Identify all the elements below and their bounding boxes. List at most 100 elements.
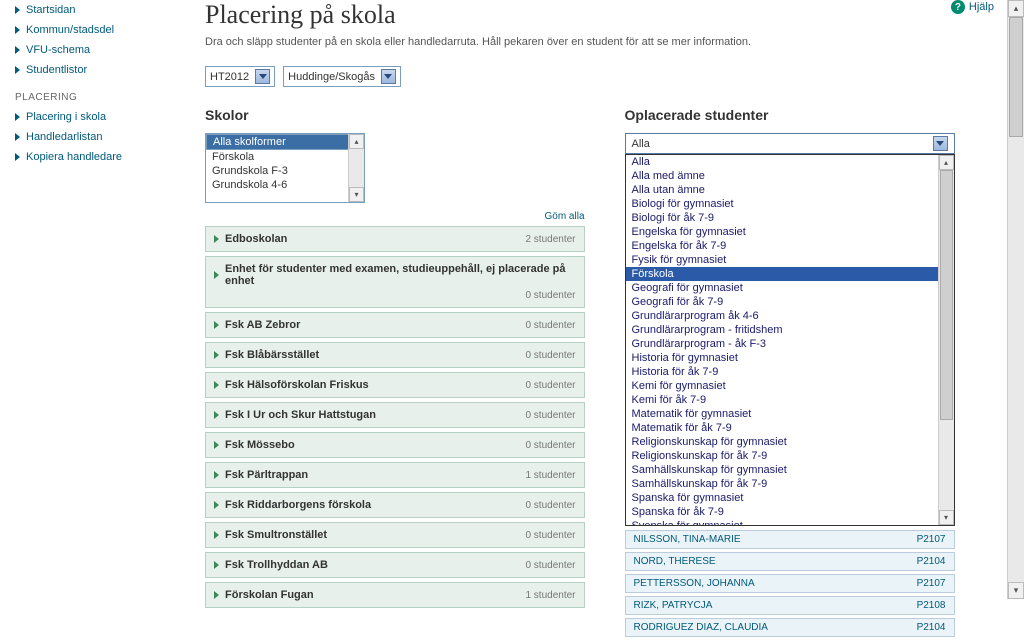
student-row[interactable]: NILSSON, TINA-MARIE P2107: [625, 530, 955, 549]
scroll-down-icon[interactable]: ▾: [1008, 582, 1024, 599]
unplaced-heading: Oplacerade studenter: [625, 107, 1005, 123]
student-code: P2107: [917, 534, 946, 545]
subject-select[interactable]: Alla: [625, 133, 955, 154]
scroll-down-icon[interactable]: ▾: [939, 510, 954, 525]
triangle-icon: [15, 153, 20, 161]
subject-dropdown[interactable]: AllaAlla med ämneAlla utan ämneBiologi f…: [625, 154, 955, 526]
dropdown-option[interactable]: Förskola: [626, 267, 954, 281]
help-link[interactable]: ? Hjälp: [951, 0, 994, 14]
dropdown-option[interactable]: Geografi för gymnasiet: [626, 281, 954, 295]
dropdown-option[interactable]: Geografi för åk 7-9: [626, 295, 954, 309]
listbox-option[interactable]: Grundskola 4-6: [206, 178, 364, 192]
student-name: NILSSON, TINA-MARIE: [634, 534, 741, 545]
sidebar-item[interactable]: Kommun/stadsdel: [15, 20, 175, 40]
expand-icon: [214, 411, 219, 419]
student-row[interactable]: PETTERSSON, JOHANNAP2107: [625, 574, 955, 593]
dropdown-option[interactable]: Alla med ämne: [626, 169, 954, 183]
school-row[interactable]: Enhet för studenter med examen, studieup…: [205, 256, 585, 308]
schoolform-listbox[interactable]: Alla skolformerFörskolaGrundskola F-3Gru…: [205, 133, 365, 203]
listbox-scrollbar[interactable]: ▴ ▾: [348, 134, 364, 202]
dropdown-option[interactable]: Svenska för gymnasiet: [626, 519, 954, 526]
student-code: P2104: [917, 622, 946, 633]
expand-icon: [214, 235, 219, 243]
expand-icon: [214, 561, 219, 569]
student-row[interactable]: RODRIGUEZ DIAZ, CLAUDIA P2104: [625, 618, 955, 637]
listbox-option[interactable]: Grundskola F-3: [206, 164, 364, 178]
student-code: P2108: [917, 600, 946, 611]
student-count: 2 studenter: [525, 234, 575, 245]
school-name: Edboskolan: [225, 233, 287, 245]
dropdown-option[interactable]: Grundlärarprogram - åk F-3: [626, 337, 954, 351]
sidebar-item[interactable]: VFU-schema: [15, 40, 175, 60]
dropdown-option[interactable]: Spanska för åk 7-9: [626, 505, 954, 519]
sidebar-item[interactable]: Kopiera handledare: [15, 147, 175, 167]
student-count: 0 studenter: [525, 440, 575, 451]
area-value: Huddinge/Skogås: [288, 71, 375, 83]
scroll-thumb[interactable]: [1009, 17, 1023, 137]
sidebar-item[interactable]: Studentlistor: [15, 60, 175, 80]
area-select[interactable]: Huddinge/Skogås: [283, 66, 401, 87]
dropdown-option[interactable]: Fysik för gymnasiet: [626, 253, 954, 267]
dropdown-option[interactable]: Alla: [626, 155, 954, 169]
chevron-down-icon: [933, 136, 948, 151]
expand-icon: [214, 321, 219, 329]
dropdown-option[interactable]: Matematik för åk 7-9: [626, 421, 954, 435]
listbox-option[interactable]: Förskola: [206, 150, 364, 164]
scroll-thumb[interactable]: [940, 170, 953, 420]
window-scrollbar[interactable]: ▴ ▾: [1007, 0, 1024, 599]
scroll-down-icon[interactable]: ▾: [349, 187, 364, 202]
dropdown-option[interactable]: Engelska för åk 7-9: [626, 239, 954, 253]
dropdown-option[interactable]: Religionskunskap för gymnasiet: [626, 435, 954, 449]
triangle-icon: [15, 133, 20, 141]
dropdown-option[interactable]: Kemi för gymnasiet: [626, 379, 954, 393]
sidebar-item[interactable]: Handledarlistan: [15, 127, 175, 147]
listbox-option[interactable]: Alla skolformer: [206, 134, 364, 150]
dropdown-option[interactable]: Grundlärarprogram åk 4-6: [626, 309, 954, 323]
sidebar-item-label: VFU-schema: [26, 44, 90, 56]
sidebar-item[interactable]: Placering i skola: [15, 107, 175, 127]
school-row[interactable]: Fsk Smultronstället0 studenter: [205, 522, 585, 548]
student-count: 1 studenter: [525, 470, 575, 481]
school-row[interactable]: Förskolan Fugan1 studenter: [205, 582, 585, 608]
school-row[interactable]: Fsk I Ur och Skur Hattstugan0 studenter: [205, 402, 585, 428]
school-row[interactable]: Fsk Trollhyddan AB 0 studenter: [205, 552, 585, 578]
student-name: RODRIGUEZ DIAZ, CLAUDIA: [634, 622, 768, 633]
school-name: Fsk Blåbärsstället: [225, 349, 319, 361]
school-row[interactable]: Fsk AB Zebror0 studenter: [205, 312, 585, 338]
school-name: Fsk Trollhyddan AB: [225, 559, 328, 571]
dropdown-option[interactable]: Biologi för åk 7-9: [626, 211, 954, 225]
dropdown-option[interactable]: Kemi för åk 7-9: [626, 393, 954, 407]
dropdown-option[interactable]: Matematik för gymnasiet: [626, 407, 954, 421]
student-row[interactable]: NORD, THERESEP2104: [625, 552, 955, 571]
dropdown-option[interactable]: Spanska för gymnasiet: [626, 491, 954, 505]
school-name: Fsk Mössebo: [225, 439, 295, 451]
dropdown-option[interactable]: Historia för gymnasiet: [626, 351, 954, 365]
dropdown-option[interactable]: Biologi för gymnasiet: [626, 197, 954, 211]
school-row[interactable]: Fsk Pärltrappan1 studenter: [205, 462, 585, 488]
expand-icon: [214, 531, 219, 539]
student-count: 0 studenter: [525, 410, 575, 421]
dropdown-option[interactable]: Samhällskunskap för gymnasiet: [626, 463, 954, 477]
school-row[interactable]: Edboskolan 2 studenter: [205, 226, 585, 252]
school-row[interactable]: Fsk Hälsoförskolan Friskus0 studenter: [205, 372, 585, 398]
dropdown-option[interactable]: Grundlärarprogram - fritidshem: [626, 323, 954, 337]
dropdown-option[interactable]: Religionskunskap för åk 7-9: [626, 449, 954, 463]
dropdown-option[interactable]: Engelska för gymnasiet: [626, 225, 954, 239]
dropdown-option[interactable]: Samhällskunskap för åk 7-9: [626, 477, 954, 491]
sidebar-item[interactable]: Startsidan: [15, 0, 175, 20]
term-select[interactable]: HT2012: [205, 66, 275, 87]
school-row[interactable]: Fsk Riddarborgens förskola0 studenter: [205, 492, 585, 518]
dropdown-option[interactable]: Historia för åk 7-9: [626, 365, 954, 379]
scroll-up-icon[interactable]: ▴: [349, 134, 364, 149]
dropdown-scrollbar[interactable]: ▴ ▾: [938, 155, 954, 525]
sidebar-item-label: Kommun/stadsdel: [26, 24, 114, 36]
school-name: Fsk Hälsoförskolan Friskus: [225, 379, 369, 391]
student-count: 0 studenter: [525, 560, 575, 571]
hide-all-link[interactable]: Göm alla: [205, 211, 585, 222]
school-row[interactable]: Fsk Mössebo 0 studenter: [205, 432, 585, 458]
scroll-up-icon[interactable]: ▴: [1008, 0, 1024, 17]
help-label: Hjälp: [969, 1, 994, 13]
dropdown-option[interactable]: Alla utan ämne: [626, 183, 954, 197]
school-row[interactable]: Fsk Blåbärsstället0 studenter: [205, 342, 585, 368]
scroll-up-icon[interactable]: ▴: [939, 155, 954, 170]
